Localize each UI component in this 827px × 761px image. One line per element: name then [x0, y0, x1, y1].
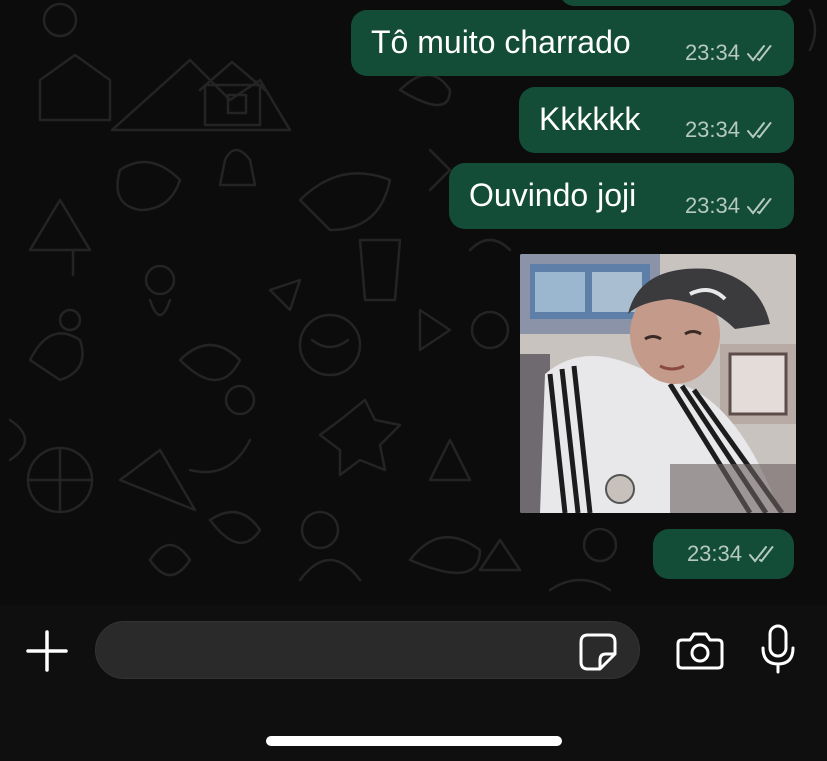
sticker-icon[interactable] [578, 632, 618, 672]
message-time: 23:34 [684, 193, 740, 218]
message-bubble[interactable]: Ouvindo joji 23:34 [449, 163, 794, 229]
message-time: 23:34 [684, 40, 740, 65]
message-input-field[interactable] [95, 621, 640, 679]
selfie-photo[interactable] [520, 254, 796, 513]
image-timestamp-bubble: 23:34 [653, 529, 794, 579]
previous-message-bubble-edge [560, 0, 794, 6]
photo-image [520, 254, 796, 513]
message-text: Kkkkkk [539, 101, 641, 137]
message-meta: 23:34 [685, 193, 776, 219]
mic-icon[interactable] [760, 624, 796, 674]
message-text: Tô muito charrado [371, 24, 631, 60]
read-ticks-icon [747, 198, 772, 215]
message-bubble[interactable]: Tô muito charrado 23:34 [351, 10, 794, 76]
camera-icon[interactable] [676, 630, 724, 670]
read-ticks-icon [749, 546, 774, 563]
message-time: 23:34 [686, 541, 742, 566]
message-meta: 23:34 [685, 117, 776, 143]
home-indicator [266, 736, 562, 746]
chat-area: Tô muito charrado 23:34 Kkkkkk 23:34 Ouv… [0, 0, 827, 605]
message-text: Ouvindo joji [469, 177, 637, 213]
read-ticks-icon [747, 122, 772, 139]
message-bubble[interactable]: Kkkkkk 23:34 [519, 87, 794, 153]
message-meta: 23:34 [687, 541, 778, 567]
read-ticks-icon [747, 45, 772, 62]
message-meta: 23:34 [685, 40, 776, 66]
plus-icon[interactable] [26, 630, 68, 672]
message-time: 23:34 [684, 117, 740, 142]
